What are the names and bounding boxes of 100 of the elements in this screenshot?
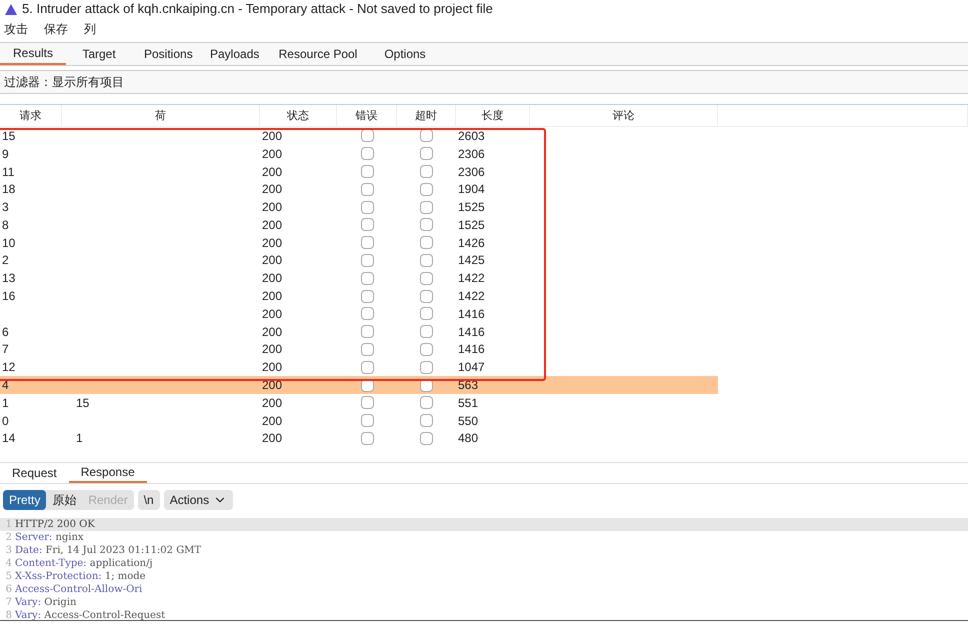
tab[interactable]: Positions [132,43,198,65]
checkbox[interactable] [360,432,374,445]
checkbox[interactable] [360,342,374,356]
checkbox[interactable] [420,342,433,356]
tab[interactable]: Response [68,463,147,483]
table-cell: 16 [2,289,16,304]
line-number: 1 [4,518,13,532]
checkbox[interactable] [360,290,374,303]
table-row[interactable]: 200 1416 [0,304,718,323]
column-header[interactable]: 评论 [530,105,718,126]
tab[interactable]: Results [0,43,66,65]
tab[interactable]: Payloads [198,43,264,65]
checkbox[interactable] [360,147,374,160]
checkbox[interactable] [360,182,374,196]
checkbox[interactable] [420,396,433,410]
checkbox[interactable] [420,236,433,250]
table-cell: 1525 [458,200,485,214]
tab[interactable]: Target [66,43,132,65]
checkbox[interactable] [420,307,433,320]
view-button[interactable]: 原始 [46,490,82,510]
checkbox[interactable] [360,307,374,320]
table-cell: 1426 [458,236,485,250]
table-row[interactable]: 6 200 1416 [0,322,718,341]
table-cell: 200 [262,431,282,446]
table-cell: 200 [262,324,282,339]
checkbox[interactable] [420,414,433,428]
checkbox[interactable] [360,325,374,338]
table-row[interactable]: 18 200 1904 [0,180,718,198]
column-header[interactable]: 请求 [0,105,62,126]
table-cell: 200 [262,306,282,321]
table-cell: 200 [262,414,282,428]
line-number: 6 [4,583,13,597]
table-row[interactable]: 9 200 2306 [0,144,718,163]
table-cell: 12 [2,360,16,374]
column-header[interactable]: 超时 [397,105,456,126]
table-cell: 200 [262,182,282,196]
checkbox[interactable] [360,254,374,267]
table-cell: 550 [458,414,478,428]
table-row[interactable]: 0 200 550 [0,412,718,430]
checkbox[interactable] [360,272,374,285]
tab[interactable]: Request [0,463,69,483]
checkbox[interactable] [420,325,433,338]
table-cell: 200 [262,253,282,268]
newline-button[interactable]: \n [138,490,160,510]
table-cell: 1047 [458,360,485,374]
checkbox[interactable] [420,147,433,160]
tab[interactable]: Options [372,43,438,65]
table-cell: 2306 [458,146,485,161]
checkbox[interactable] [360,236,374,250]
table-row[interactable]: 1 15 200 551 [0,394,718,412]
line-number: 5 [4,570,13,584]
menu-item[interactable]: 列 [84,20,96,38]
checkbox[interactable] [360,360,374,374]
column-header[interactable]: 长度 [456,105,530,126]
checkbox[interactable] [420,432,433,445]
checkbox[interactable] [360,129,374,142]
checkbox[interactable] [420,290,433,303]
column-header[interactable]: 状态 [260,105,337,126]
line-number: 8 [4,609,13,623]
column-header[interactable]: 错误 [337,105,397,126]
filter-bar[interactable]: 过滤器：显示所有项目 [4,73,124,91]
tab[interactable]: Resource Pool [264,43,372,65]
checkbox[interactable] [420,129,433,142]
checkbox[interactable] [420,272,433,285]
checkbox[interactable] [360,218,374,232]
checkbox[interactable] [420,164,433,178]
view-button[interactable]: Pretty [3,490,46,510]
table-row[interactable]: 16 200 1422 [0,287,718,305]
table-row[interactable]: 8 200 1525 [0,216,718,234]
checkbox[interactable] [360,200,374,214]
table-row[interactable]: 12 200 1047 [0,358,718,376]
table-cell: 6 [2,324,9,339]
table-row[interactable]: 7 200 1416 [0,340,718,358]
checkbox[interactable] [420,254,433,267]
checkbox[interactable] [420,218,433,232]
checkbox[interactable] [360,164,374,178]
checkbox[interactable] [360,414,374,428]
table-cell: 1416 [458,306,485,321]
table-row[interactable]: 4 200 563 [0,376,718,394]
table-row[interactable]: 13 200 1422 [0,269,718,288]
table-row[interactable]: 10 200 1426 [0,234,718,252]
table-cell: 563 [458,378,478,392]
actions-button[interactable]: Actions [164,490,234,510]
table-cell: 1425 [458,253,485,268]
menu-item[interactable]: 攻击 [4,20,28,38]
table-cell: 551 [458,396,478,410]
table-row[interactable]: 14 1 200 480 [0,430,718,448]
checkbox[interactable] [360,396,374,410]
table-row[interactable]: 2 200 1425 [0,252,718,270]
column-header[interactable]: 荷 [62,105,260,126]
menu-item[interactable]: 保存 [44,20,68,38]
checkbox[interactable] [420,360,433,374]
table-row[interactable]: 15 200 2603 [0,127,718,145]
checkbox[interactable] [420,182,433,196]
table-cell: 200 [262,360,282,374]
table-row[interactable]: 3 200 1525 [0,198,718,216]
table-cell: 9 [2,146,9,161]
table-row[interactable]: 11 200 2306 [0,162,718,180]
line-number: 4 [4,557,13,571]
checkbox[interactable] [420,200,433,214]
